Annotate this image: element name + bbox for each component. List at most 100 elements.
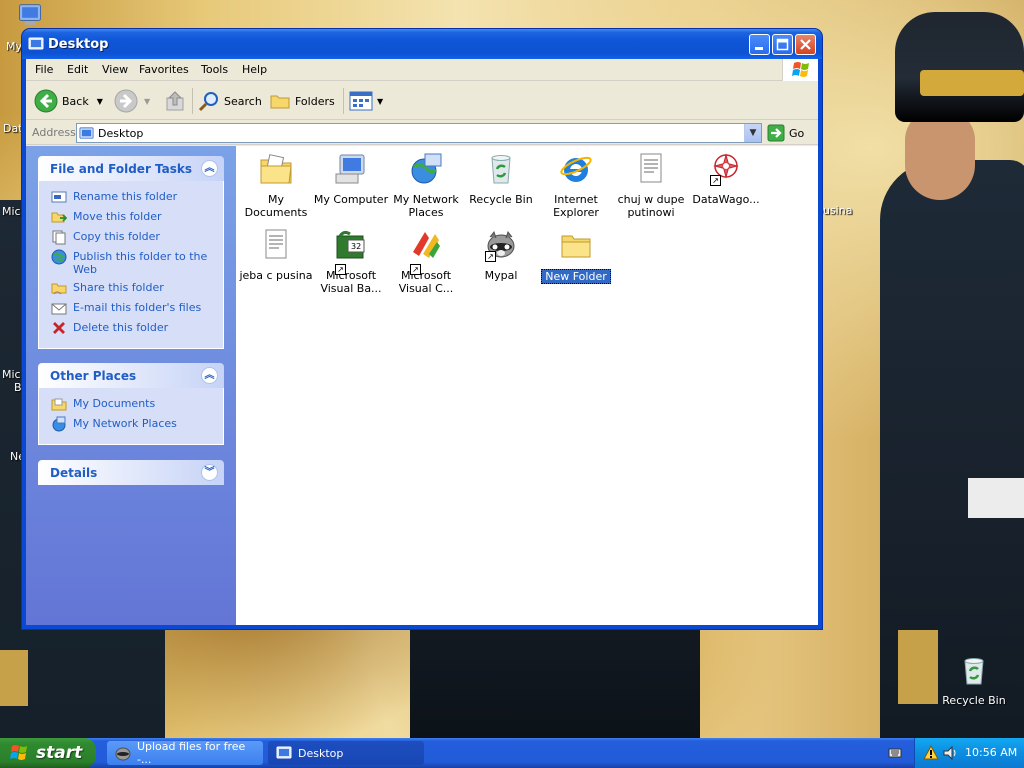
panel-title: Other Places <box>50 369 137 383</box>
task-label: E-mail this folder's files <box>73 301 202 314</box>
file-label: My Documents <box>244 193 308 219</box>
chevron-down-icon: ▼ <box>749 128 757 138</box>
shortcut-arrow-icon: ↗ <box>710 175 721 186</box>
close-button[interactable] <box>795 34 816 55</box>
task-label: Copy this folder <box>73 230 160 243</box>
desktop-icon-recycle-bin[interactable]: Recycle Bin <box>938 655 1010 707</box>
collapse-icon[interactable]: ︽ <box>201 367 218 384</box>
back-dropdown-icon[interactable]: ▼ <box>97 97 103 106</box>
expand-icon[interactable]: ︾ <box>201 464 218 481</box>
task-email-files[interactable]: E-mail this folder's files <box>51 300 213 316</box>
file-item-recycle-bin[interactable]: Recycle Bin <box>463 148 539 206</box>
clock[interactable]: 10:56 AM <box>965 746 1017 759</box>
file-item-my-computer[interactable]: My Computer <box>313 148 389 206</box>
task-label: Delete this folder <box>73 321 169 334</box>
file-label: Microsoft Visual Ba... <box>320 269 382 295</box>
task-share-folder[interactable]: Share this folder <box>51 280 213 296</box>
move-icon <box>51 212 67 223</box>
address-dropdown-button[interactable]: ▼ <box>744 124 761 142</box>
task-copy-folder[interactable]: Copy this folder <box>51 229 213 245</box>
publish-web-icon <box>51 249 67 265</box>
file-folder-tasks-header[interactable]: File and Folder Tasks ︽ <box>38 156 224 181</box>
network-places-icon <box>52 416 66 432</box>
back-button[interactable]: Back ▼ <box>34 87 103 115</box>
place-network-places[interactable]: My Network Places <box>51 416 213 432</box>
file-label: My Computer <box>313 193 389 206</box>
minimize-button[interactable] <box>749 34 770 55</box>
desktop-label-partial: My <box>6 40 23 53</box>
guard-belt-right <box>968 478 1024 518</box>
menu-tools[interactable]: Tools <box>201 63 228 76</box>
volume-icon[interactable] <box>942 745 958 761</box>
file-item-datawago[interactable]: ↗ DataWago... <box>688 148 764 206</box>
recycle-bin-icon <box>491 155 511 184</box>
recycle-bin-icon <box>964 658 984 685</box>
windows-flag-icon <box>792 62 809 77</box>
task-publish-web[interactable]: Publish this folder to the Web <box>51 249 213 276</box>
title-bar[interactable]: Desktop <box>22 29 822 59</box>
views-icon <box>349 91 373 111</box>
task-label: Share this folder <box>73 281 164 294</box>
folders-button[interactable]: Folders <box>269 87 335 115</box>
task-rename-folder[interactable]: Rename this folder <box>51 189 213 205</box>
guard-capband-right <box>920 70 1024 96</box>
taskbar-item-desktop[interactable]: Desktop <box>268 741 424 765</box>
search-button[interactable]: Search <box>198 87 262 115</box>
start-button[interactable]: start <box>0 738 96 768</box>
desktop-folder-icon <box>79 127 94 139</box>
place-my-documents[interactable]: My Documents <box>51 396 213 412</box>
file-item-new-folder[interactable]: New Folder <box>538 224 614 284</box>
maximize-button[interactable] <box>772 34 793 55</box>
close-icon <box>800 39 811 50</box>
file-item-internet-explorer[interactable]: Internet Explorer <box>538 148 614 219</box>
file-item-my-network-places[interactable]: My Network Places <box>388 148 464 219</box>
views-button[interactable]: ▼ <box>349 87 383 115</box>
other-places-header[interactable]: Other Places ︽ <box>38 363 224 388</box>
toolbar-separator <box>192 88 193 114</box>
file-item-visual-basic[interactable]: 32 ↗ Microsoft Visual Ba... <box>313 224 389 295</box>
desktop-icon-label: Recycle Bin <box>942 694 1006 707</box>
go-label: Go <box>789 126 805 140</box>
address-field[interactable]: Desktop ▼ <box>76 123 762 143</box>
menu-bar: File Edit View Favorites Tools Help <box>26 59 818 81</box>
collapse-icon[interactable]: ︽ <box>201 160 218 177</box>
keyboard-icon[interactable] <box>888 746 902 760</box>
menu-favorites[interactable]: Favorites <box>139 63 189 76</box>
file-item-visual-c[interactable]: ↗ Microsoft Visual C... <box>388 224 464 295</box>
menu-file[interactable]: File <box>35 63 53 76</box>
task-move-folder[interactable]: Move this folder <box>51 209 213 225</box>
menu-help[interactable]: Help <box>242 63 267 76</box>
forward-button[interactable]: ▼ <box>114 87 150 115</box>
go-arrow-icon <box>767 124 785 142</box>
task-delete-folder[interactable]: Delete this folder <box>51 320 213 336</box>
security-alert-icon[interactable] <box>923 745 939 761</box>
folder-icon <box>561 235 591 258</box>
menu-edit[interactable]: Edit <box>67 63 88 76</box>
views-dropdown-icon[interactable]: ▼ <box>377 97 383 106</box>
taskbar: start Upload files for free -... Desktop… <box>0 738 1024 768</box>
other-places-list: My Documents My Network Places <box>38 388 224 445</box>
details-header[interactable]: Details ︾ <box>38 460 224 485</box>
menu-view[interactable]: View <box>102 63 128 76</box>
address-bar: Address Desktop ▼ Go <box>26 121 818 145</box>
up-folder-button[interactable] <box>164 87 186 115</box>
taskbar-item-upload[interactable]: Upload files for free -... <box>107 740 263 766</box>
file-item-mypal[interactable]: ↗ Mypal <box>463 224 539 282</box>
forward-arrow-icon <box>114 89 138 113</box>
details-panel: Details ︾ <box>38 460 224 485</box>
file-label: Mypal <box>484 269 518 282</box>
file-item-my-documents[interactable]: My Documents <box>238 148 314 219</box>
window-title: Desktop <box>48 37 109 52</box>
file-item-text-file-2[interactable]: jeba c pusina <box>238 224 314 282</box>
rename-field[interactable]: New Folder <box>541 269 611 284</box>
text-document-icon <box>640 153 662 183</box>
back-arrow-icon <box>34 89 58 113</box>
search-icon <box>198 92 218 112</box>
file-item-text-file[interactable]: chuj w dupe putinowi <box>613 148 689 219</box>
desktop-folder-icon <box>276 746 292 759</box>
content-area: File and Folder Tasks ︽ Rename this fold… <box>26 146 818 625</box>
go-button[interactable]: Go <box>767 123 804 143</box>
my-documents-icon <box>51 398 67 411</box>
forward-dropdown-icon[interactable]: ▼ <box>144 97 150 106</box>
task-label: Move this folder <box>73 210 162 223</box>
